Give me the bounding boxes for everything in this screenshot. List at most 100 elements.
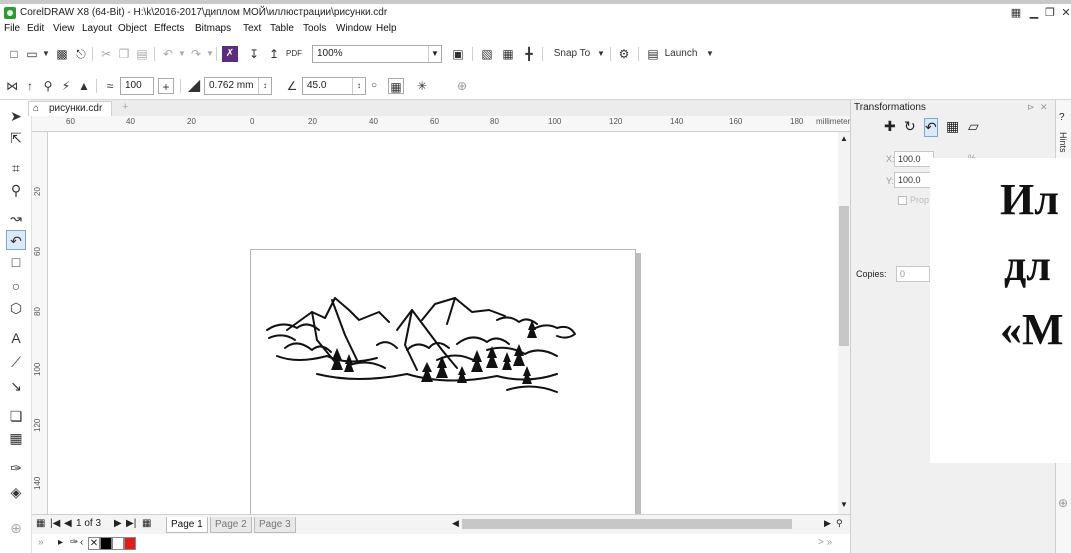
- zoom-level-combo[interactable]: 100% ▼: [312, 45, 442, 63]
- x-scale-field[interactable]: 100.0: [894, 151, 934, 167]
- palette-menu-icon[interactable]: ▸: [58, 537, 63, 548]
- mountain-illustration[interactable]: [257, 290, 577, 420]
- document-tab[interactable]: ⌂ рисунки.cdr: [28, 101, 112, 116]
- scroll-left-icon[interactable]: ◀: [452, 518, 459, 529]
- menu-table[interactable]: Table: [270, 23, 294, 34]
- menu-bitmaps[interactable]: Bitmaps: [195, 23, 231, 34]
- position-icon[interactable]: ✚: [884, 118, 896, 135]
- freehand-option-icon[interactable]: ↑: [22, 78, 38, 94]
- tilt-icon[interactable]: ⚡: [58, 78, 74, 94]
- paste-icon[interactable]: ▤: [134, 46, 150, 62]
- text-tool-icon[interactable]: A: [6, 328, 26, 348]
- save-icon[interactable]: ▩: [54, 46, 70, 62]
- horizontal-scroll-thumb[interactable]: [462, 519, 792, 529]
- angle-field[interactable]: 45.0 ↕: [302, 77, 366, 95]
- palette-scroll-right-icon[interactable]: > »: [818, 537, 832, 548]
- y-scale-field[interactable]: 100.0: [894, 172, 934, 188]
- open-dropdown-icon[interactable]: ▼: [38, 46, 54, 62]
- vertical-ruler[interactable]: 20 60 80 100 120 140: [32, 132, 48, 514]
- palette-scroll-left-icon[interactable]: ‹: [80, 537, 83, 548]
- menu-text[interactable]: Text: [243, 23, 261, 34]
- shape-tool-icon[interactable]: ⇱: [6, 128, 26, 148]
- copies-field[interactable]: 0: [896, 266, 930, 282]
- new-document-icon[interactable]: □: [6, 46, 22, 62]
- eyedropper-icon[interactable]: ✑: [70, 537, 78, 548]
- document-page[interactable]: [250, 249, 636, 549]
- menu-window[interactable]: Window: [336, 23, 372, 34]
- palette-expand-icon[interactable]: »: [38, 537, 44, 548]
- eyedropper-tool-icon[interactable]: ✑: [6, 458, 26, 478]
- scroll-right-icon[interactable]: ▶: [824, 518, 831, 529]
- rotate-icon[interactable]: ↻: [904, 118, 916, 135]
- show-grid-icon[interactable]: ▦: [500, 46, 516, 62]
- snap-to-dropdown-icon[interactable]: ▼: [593, 46, 609, 62]
- scroll-down-icon[interactable]: ▼: [840, 500, 848, 509]
- polygon-tool-icon[interactable]: ⬡: [6, 298, 26, 318]
- crop-tool-icon[interactable]: ⌗: [6, 158, 26, 178]
- add-page-after-icon[interactable]: ▦: [142, 518, 151, 529]
- artistic-media-tool-icon[interactable]: ↶: [6, 230, 26, 250]
- drop-shadow-tool-icon[interactable]: ❏: [6, 406, 26, 426]
- export-icon[interactable]: ↥: [266, 46, 282, 62]
- next-page-icon[interactable]: ▶: [114, 518, 122, 529]
- scroll-up-icon[interactable]: ▲: [840, 134, 848, 143]
- docker-close-icon[interactable]: ✕: [1040, 102, 1048, 113]
- copy-icon[interactable]: ❐: [116, 46, 132, 62]
- add-icon[interactable]: ⊕: [454, 78, 470, 94]
- print-icon[interactable]: ⎋: [73, 46, 89, 62]
- menu-help[interactable]: Help: [376, 23, 397, 34]
- size-icon[interactable]: ▦: [946, 118, 959, 135]
- bearing-icon[interactable]: ▲: [76, 78, 92, 94]
- help-window-icon[interactable]: ▦: [1008, 5, 1024, 21]
- transparency-tool-icon[interactable]: ▦: [6, 428, 26, 448]
- menu-edit[interactable]: Edit: [27, 23, 44, 34]
- trace-icon[interactable]: ▦: [388, 78, 404, 94]
- page-tab-1[interactable]: Page 1: [166, 517, 208, 533]
- help-icon[interactable]: ?: [1059, 112, 1065, 123]
- launch-menu[interactable]: Launch: [663, 46, 699, 62]
- launch-app-icon[interactable]: ▤: [645, 46, 661, 62]
- menu-view[interactable]: View: [53, 23, 75, 34]
- options-gear-icon[interactable]: ⚙: [616, 46, 632, 62]
- cut-icon[interactable]: ✂: [98, 46, 114, 62]
- skew-icon[interactable]: ▱: [968, 118, 979, 135]
- first-page-icon[interactable]: |◀: [50, 518, 60, 529]
- smart-draw-icon[interactable]: ✳: [414, 78, 430, 94]
- menu-layout[interactable]: Layout: [82, 23, 112, 34]
- full-screen-icon[interactable]: ▣: [450, 46, 466, 62]
- close-button[interactable]: ✕: [1058, 5, 1071, 21]
- add-page-before-icon[interactable]: ▦: [36, 518, 45, 529]
- scale-icon[interactable]: ↶: [924, 118, 938, 137]
- pick-tool-icon[interactable]: ➤: [6, 106, 26, 126]
- interactive-fill-tool-icon[interactable]: ◈: [6, 482, 26, 502]
- previous-page-icon[interactable]: ◀: [64, 518, 72, 529]
- proportional-checkbox[interactable]: [898, 196, 907, 205]
- pen-pressure-icon[interactable]: ⚲: [40, 78, 56, 94]
- menu-effects[interactable]: Effects: [154, 23, 184, 34]
- freehand-tool-icon[interactable]: ↝: [6, 208, 26, 228]
- ellipse-tool-icon[interactable]: ○: [6, 276, 26, 296]
- menu-tools[interactable]: Tools: [303, 23, 326, 34]
- menu-file[interactable]: File: [4, 23, 20, 34]
- page-tab-2[interactable]: Page 2: [210, 517, 252, 533]
- zoom-tool-icon[interactable]: ⚲: [6, 180, 26, 200]
- import-icon[interactable]: ↧: [246, 46, 262, 62]
- white-swatch[interactable]: [112, 537, 124, 550]
- add-docker-icon[interactable]: ⊕: [1058, 496, 1068, 510]
- black-swatch[interactable]: [100, 537, 112, 550]
- add-tool-icon[interactable]: ⊕: [6, 518, 26, 538]
- minimize-button[interactable]: ▁: [1026, 5, 1042, 21]
- show-rulers-icon[interactable]: ▧: [479, 46, 495, 62]
- menu-object[interactable]: Object: [118, 23, 147, 34]
- smoothing-field[interactable]: 100: [120, 77, 154, 95]
- smoothing-plus-icon[interactable]: +: [158, 78, 174, 94]
- restore-button[interactable]: ❐: [1042, 5, 1058, 21]
- connector-tool-icon[interactable]: ↘: [6, 376, 26, 396]
- last-page-icon[interactable]: ▶|: [126, 518, 136, 529]
- add-document-icon[interactable]: +: [122, 101, 128, 113]
- no-color-swatch[interactable]: ✕: [88, 537, 100, 550]
- outline-width-field[interactable]: 0.762 mm ↕: [204, 77, 272, 95]
- horizontal-ruler[interactable]: 60 40 20 0 20 40 60 80 100 120 140 160 1…: [32, 116, 854, 132]
- hints-tab[interactable]: Hints: [1058, 132, 1068, 153]
- node-align-icon[interactable]: ⋈: [4, 78, 20, 94]
